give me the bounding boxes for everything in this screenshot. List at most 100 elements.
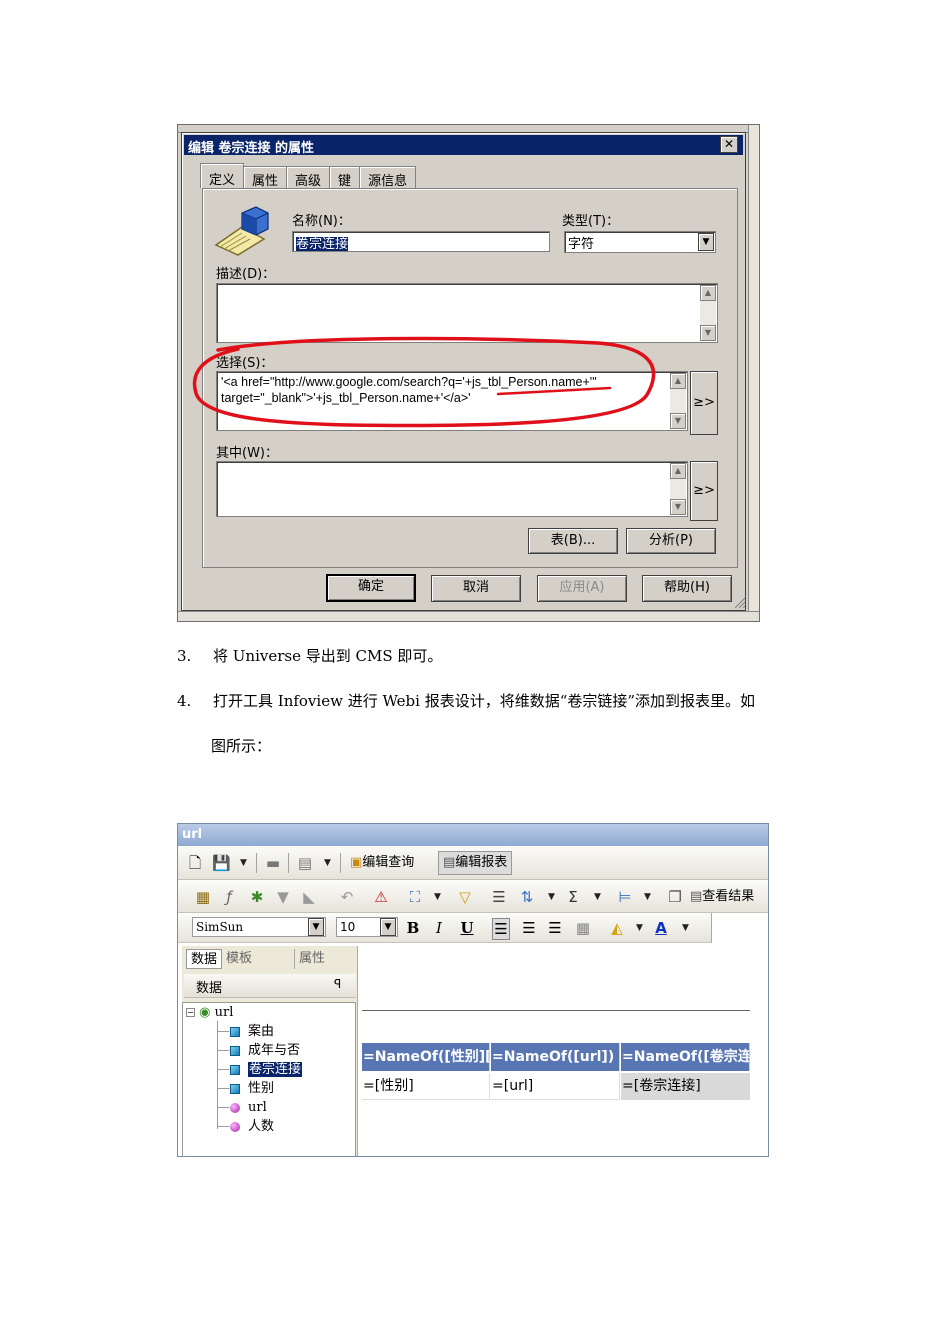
table-header-cell[interactable]: =NameOf([性别][	[362, 1043, 490, 1071]
tree-item-selected[interactable]: — 卷宗连接	[217, 1061, 303, 1079]
panel-tabs: 数据 模板 属性	[186, 949, 329, 969]
sum-dropdown-chevron-icon[interactable]: ▼	[594, 887, 601, 907]
webi-editor-screenshot: url 🗋 💾 ▼ ▬ ▤ ▼ ▣编辑查询 ▤编辑报表 ▦ ƒ ✱ ▼ ◣ ↶ …	[177, 823, 769, 1157]
tree-root-label: url	[214, 1005, 234, 1020]
justify-icon[interactable]: ▦	[574, 918, 592, 938]
tab-data[interactable]: 数据	[186, 949, 223, 969]
page-header-line	[362, 1010, 750, 1011]
dimension-icon	[230, 1064, 240, 1075]
format-toolbar: SimSun ▼ 10 ▼ B I U ☰ ☰ ☰ ▦ ◭ ▼ A ▼	[178, 913, 712, 943]
data-tree: − ◉ url — 案由 — 成年与否 — 卷宗连接 — 性别 — url — 人数	[182, 1002, 356, 1156]
align-left-icon[interactable]: ☰	[492, 918, 510, 940]
step-text: 图所示：	[211, 737, 272, 755]
step-4-continued: 图所示：	[211, 735, 271, 757]
toolbar-separator	[256, 853, 257, 873]
sort-icon[interactable]: ⇅	[518, 887, 536, 907]
tree-item[interactable]: — 性别	[217, 1080, 274, 1098]
step-number: 3.	[177, 647, 192, 665]
red-annotation-ellipse	[192, 336, 656, 428]
break-icon[interactable]: ☰	[490, 887, 508, 907]
tree-item-label: 卷宗连接	[248, 1062, 303, 1077]
step-4: 4. 打开工具 Infoview 进行 Webi 报表设计，将维数据“卷宗链接”添…	[177, 690, 755, 712]
tree-item-label: 人数	[248, 1119, 275, 1134]
chevron-down-icon[interactable]: ▼	[308, 918, 324, 936]
report-properties-icon[interactable]: ▦	[194, 887, 212, 907]
font-name-select[interactable]: SimSun ▼	[192, 917, 326, 937]
measure-icon	[230, 1102, 240, 1113]
underline-button[interactable]: U	[458, 918, 476, 938]
dimension-icon	[230, 1045, 240, 1056]
tree-item[interactable]: — 案由	[217, 1023, 274, 1041]
save-icon[interactable]: 💾	[212, 853, 231, 873]
edit-report-label: 编辑报表	[455, 855, 508, 870]
edit-query-button[interactable]: ▣编辑查询	[346, 852, 418, 874]
tab-templates[interactable]: 模板	[222, 949, 256, 969]
warning-icon[interactable]: ⚠	[372, 887, 390, 907]
sum-icon[interactable]: Σ	[564, 887, 582, 907]
view-dropdown-chevron-icon[interactable]: ▼	[324, 853, 331, 873]
toolbar-separator	[340, 853, 341, 873]
group-dropdown-chevron-icon[interactable]: ▼	[434, 887, 441, 907]
step-number: 4.	[177, 692, 192, 710]
tree-item[interactable]: — 成年与否	[217, 1042, 300, 1060]
hierarchy-dropdown-chevron-icon[interactable]: ▼	[644, 887, 651, 907]
print-icon[interactable]: ▬	[264, 853, 282, 873]
document-title: url	[178, 824, 768, 846]
tree-item[interactable]: — url	[217, 1099, 267, 1117]
panel-title: 数据	[196, 981, 223, 996]
redo-disabled-icon[interactable]: ◣	[300, 887, 318, 907]
font-color-icon[interactable]: A	[652, 918, 670, 938]
edit-report-button[interactable]: ▤编辑报表	[438, 851, 513, 875]
align-right-icon[interactable]: ☰	[546, 918, 564, 938]
alerter-disabled-icon[interactable]: ▼	[274, 887, 292, 907]
italic-button[interactable]: I	[430, 918, 448, 938]
query-icon: ◉	[199, 1005, 211, 1020]
tree-item-label: 性别	[248, 1081, 275, 1096]
measure-icon	[230, 1121, 240, 1132]
table-body-cell[interactable]: =[性别]	[362, 1073, 490, 1100]
group-icon[interactable]: ⛶	[406, 887, 424, 907]
step-text: 打开工具 Infoview 进行 Webi 报表设计，将维数据“卷宗链接”添加到…	[213, 692, 756, 710]
table-body-cell[interactable]: =[url]	[491, 1073, 620, 1100]
table-header-cell[interactable]: =NameOf([url])	[491, 1043, 620, 1071]
duplicate-icon[interactable]: ❐	[666, 887, 684, 907]
tree-item[interactable]: — 人数	[217, 1118, 274, 1136]
dimension-icon	[230, 1083, 240, 1094]
table-body-cell-selected[interactable]: =[卷宗连接]	[621, 1073, 750, 1100]
tree-item-label: url	[248, 1100, 267, 1115]
font-size-select[interactable]: 10 ▼	[336, 917, 398, 937]
step-text: 将 Universe 导出到 CMS 即可。	[213, 647, 443, 665]
view-structure-icon[interactable]: ▤	[296, 853, 314, 873]
properties-dialog-screenshot: 编辑 卷宗连接 的属性 ✕ 定义 属性 高级 键 源信息 名称(N)： 卷宗连接…	[177, 124, 760, 622]
view-results-button[interactable]: ▤查看结果	[690, 886, 754, 908]
hierarchy-icon[interactable]: ⊨	[616, 887, 634, 907]
toolbar-separator	[288, 853, 289, 873]
main-toolbar: 🗋 💾 ▼ ▬ ▤ ▼ ▣编辑查询 ▤编辑报表	[178, 846, 768, 880]
variable-icon[interactable]: ✱	[248, 887, 266, 907]
report-toolbar: ▦ ƒ ✱ ▼ ◣ ↶ ⚠ ⛶ ▼ ▽ ☰ ⇅ ▼ Σ ▼ ⊨ ▼ ❐ ▤查看结…	[178, 881, 768, 913]
collapse-icon[interactable]: −	[186, 1008, 195, 1017]
filter-icon[interactable]: ▽	[456, 887, 474, 907]
pin-icon[interactable]: ꟼ	[334, 977, 341, 991]
tree-root[interactable]: − ◉ url	[186, 1004, 233, 1022]
table-header-cell[interactable]: =NameOf([卷宗连	[621, 1043, 750, 1071]
new-document-icon[interactable]: 🗋	[186, 853, 204, 873]
sort-dropdown-chevron-icon[interactable]: ▼	[548, 887, 555, 907]
align-center-icon[interactable]: ☰	[520, 918, 538, 938]
save-dropdown-chevron-icon[interactable]: ▼	[240, 853, 247, 873]
fill-dropdown-chevron-icon[interactable]: ▼	[636, 918, 643, 938]
font-color-dropdown-chevron-icon[interactable]: ▼	[682, 918, 689, 938]
tab-properties[interactable]: 属性	[294, 949, 329, 969]
font-size-value: 10	[340, 920, 356, 934]
bold-button[interactable]: B	[404, 918, 422, 938]
font-name-value: SimSun	[196, 920, 244, 934]
fill-color-icon[interactable]: ◭	[608, 918, 626, 938]
tree-item-label: 案由	[248, 1024, 275, 1039]
view-results-icon: ▤	[690, 889, 703, 904]
edit-query-icon: ▣	[350, 855, 363, 870]
formula-icon[interactable]: ƒ	[220, 887, 238, 907]
step-3: 3. 将 Universe 导出到 CMS 即可。	[177, 645, 442, 667]
undo-icon[interactable]: ↶	[338, 887, 356, 907]
tree-item-label: 成年与否	[248, 1043, 301, 1058]
chevron-down-icon[interactable]: ▼	[380, 918, 396, 936]
